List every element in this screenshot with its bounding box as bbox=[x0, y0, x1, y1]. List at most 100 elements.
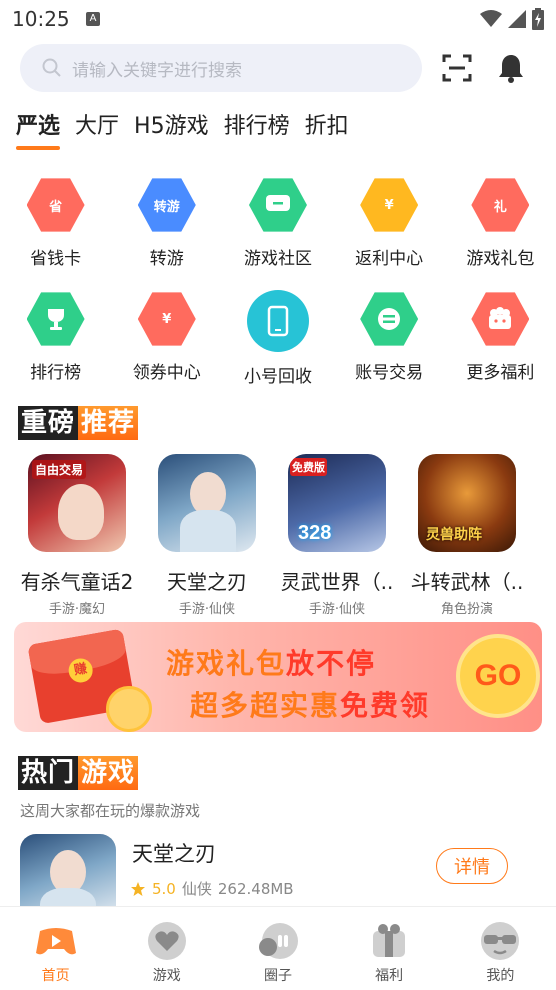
grid-item-more-benefits[interactable]: 更多福利 bbox=[445, 290, 556, 404]
search-placeholder: 请输入关键字进行搜索 bbox=[72, 60, 242, 81]
game-cover-image: 自由交易 bbox=[28, 454, 126, 552]
featured-section-title: 重磅 推荐 bbox=[18, 402, 139, 440]
banner-headline: 游戏礼包放不停 bbox=[166, 642, 376, 682]
status-icons bbox=[480, 8, 544, 30]
nav-label: 游戏 bbox=[152, 968, 181, 984]
hot-game-cover-image[interactable] bbox=[20, 834, 116, 914]
grid-item-account-trade[interactable]: 账号交易 bbox=[334, 290, 445, 404]
featured-game-card[interactable]: 天堂之刃 手游·仙侠 bbox=[142, 454, 272, 617]
game-name: 有杀气童话2 bbox=[20, 570, 134, 594]
category-tabs: 严选 大厅 H5游戏 排行榜 折扣 bbox=[16, 108, 364, 150]
grid-label: 游戏社区 bbox=[243, 249, 312, 269]
detail-button[interactable]: 详情 bbox=[436, 848, 508, 884]
games-heart-icon bbox=[145, 921, 189, 961]
bottom-navigation: 首页 游戏 圈子 福利 我的 bbox=[0, 906, 556, 990]
hot-game-score: 5.0 bbox=[152, 879, 176, 898]
trade-icon bbox=[360, 292, 419, 346]
game-name: 灵武世界（.. bbox=[280, 570, 394, 594]
banner-go-button[interactable]: GO bbox=[456, 634, 540, 718]
nav-label: 圈子 bbox=[263, 968, 292, 984]
game-name: 天堂之刃 bbox=[167, 570, 247, 594]
notification-bell-button[interactable] bbox=[496, 52, 526, 84]
nav-home[interactable]: 首页 bbox=[0, 907, 111, 990]
grid-label: 返利中心 bbox=[355, 249, 424, 269]
game-cover-image bbox=[158, 454, 256, 552]
tab-h5-games[interactable]: H5游戏 bbox=[134, 108, 209, 150]
nav-label: 首页 bbox=[41, 968, 70, 984]
banner-line2-b: 免费领 bbox=[340, 689, 431, 722]
rebate-icon: ¥ bbox=[360, 178, 419, 232]
hot-game-meta: 5.0 仙侠 262.48MB bbox=[130, 878, 294, 899]
nav-profile[interactable]: 我的 bbox=[445, 907, 556, 990]
nav-games[interactable]: 游戏 bbox=[111, 907, 222, 990]
hot-section-title: 热门 游戏 bbox=[18, 752, 139, 790]
nav-label: 福利 bbox=[375, 968, 404, 984]
home-gamepad-icon bbox=[34, 921, 78, 961]
tab-discount[interactable]: 折扣 bbox=[305, 108, 349, 150]
gift-pack-icon: 礼 bbox=[471, 178, 530, 232]
grid-item-savings-card[interactable]: 省 省钱卡 bbox=[0, 176, 111, 290]
recycle-phone-icon bbox=[246, 290, 309, 352]
gift-pack-banner[interactable]: 赚 游戏礼包放不停 超多超实惠免费领 GO bbox=[14, 622, 542, 732]
battery-icon bbox=[532, 8, 544, 30]
hot-title-orange: 游戏 bbox=[78, 756, 139, 790]
trophy-icon bbox=[26, 292, 85, 346]
tab-dating[interactable]: 大厅 bbox=[75, 108, 119, 150]
search-icon bbox=[42, 58, 61, 77]
grid-label: 省钱卡 bbox=[30, 249, 82, 269]
game-cover-image: 灵兽助阵 bbox=[418, 454, 516, 552]
wifi-icon bbox=[480, 10, 502, 27]
hot-game-name[interactable]: 天堂之刃 bbox=[132, 838, 216, 868]
hot-title-dark: 热门 bbox=[18, 756, 79, 790]
featured-title-orange: 推荐 bbox=[78, 406, 139, 440]
game-tag: 角色扮演 bbox=[440, 602, 493, 617]
coupon-icon: ¥ bbox=[137, 292, 196, 346]
scan-button[interactable] bbox=[440, 52, 474, 84]
grid-label: 更多福利 bbox=[466, 363, 535, 383]
game-name: 斗转武林（.. bbox=[410, 570, 524, 594]
grid-item-ranking[interactable]: 排行榜 bbox=[0, 290, 111, 404]
status-bar: 10:25 A bbox=[0, 0, 556, 38]
hot-game-category: 仙侠 bbox=[181, 880, 212, 898]
status-time: 10:25 bbox=[12, 7, 70, 31]
search-input[interactable]: 请输入关键字进行搜索 bbox=[20, 44, 422, 92]
tab-ranking[interactable]: 排行榜 bbox=[224, 108, 290, 150]
more-benefits-icon bbox=[471, 292, 530, 346]
game-tag: 手游·仙侠 bbox=[308, 602, 366, 617]
featured-game-card[interactable]: 免费版 328 灵武世界（.. 手游·仙侠 bbox=[272, 454, 402, 617]
featured-game-card[interactable]: 自由交易 有杀气童话2 手游·魔幻 bbox=[12, 454, 142, 617]
grid-label: 账号交易 bbox=[355, 363, 424, 383]
banner-line1-a: 游戏礼包 bbox=[166, 647, 287, 680]
feature-grid: 省 省钱卡 转游 转游 游戏社区 ¥ 返利中心 礼 游戏礼包 排行榜 ¥ 领券中… bbox=[0, 176, 556, 404]
grid-item-coupon-center[interactable]: ¥ 领券中心 bbox=[111, 290, 222, 404]
game-cover-image: 免费版 328 bbox=[288, 454, 386, 552]
cover-badge: 免费版 bbox=[290, 458, 327, 476]
cover-badge: 灵兽助阵 bbox=[426, 527, 482, 543]
bell-icon bbox=[499, 55, 523, 83]
grid-label: 排行榜 bbox=[30, 363, 82, 383]
grid-item-account-recycle[interactable]: 小号回收 bbox=[222, 290, 333, 404]
banner-subline: 超多超实惠免费领 bbox=[190, 684, 430, 724]
circle-chat-icon bbox=[256, 921, 300, 961]
coin-icon bbox=[106, 686, 152, 732]
game-tag: 手游·仙侠 bbox=[178, 602, 236, 617]
grid-label: 转游 bbox=[149, 249, 184, 269]
benefits-gift-icon bbox=[367, 921, 411, 961]
banner-line1-b: 放不停 bbox=[286, 647, 377, 680]
nav-benefits[interactable]: 福利 bbox=[334, 907, 445, 990]
banner-line2-a: 超多超实惠 bbox=[190, 689, 341, 722]
featured-game-card[interactable]: 灵兽助阵 斗转武林（.. 角色扮演 bbox=[402, 454, 532, 617]
grid-item-gift-pack[interactable]: 礼 游戏礼包 bbox=[445, 176, 556, 290]
notification-icon: A bbox=[86, 12, 100, 26]
grid-item-community[interactable]: 游戏社区 bbox=[222, 176, 333, 290]
game-tag: 手游·魔幻 bbox=[48, 602, 106, 617]
tab-yanxuan[interactable]: 严选 bbox=[16, 108, 61, 150]
nav-circle[interactable]: 圈子 bbox=[222, 907, 333, 990]
star-icon bbox=[131, 881, 145, 896]
cover-badge: 自由交易 bbox=[32, 460, 87, 479]
signal-icon bbox=[508, 10, 526, 28]
grid-item-rebate[interactable]: ¥ 返利中心 bbox=[334, 176, 445, 290]
scan-icon bbox=[442, 54, 472, 82]
grid-item-transfer[interactable]: 转游 转游 bbox=[111, 176, 222, 290]
grid-label: 游戏礼包 bbox=[466, 249, 535, 269]
